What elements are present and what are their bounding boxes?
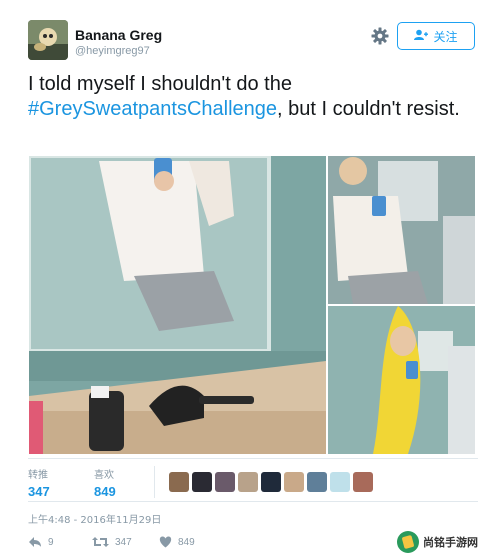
photo-banana-costume[interactable] bbox=[328, 306, 475, 454]
user-handle[interactable]: @heyimgreg97 bbox=[75, 45, 150, 57]
like-button[interactable]: 849 bbox=[159, 536, 195, 548]
retweet-stat-value: 347 bbox=[28, 484, 50, 499]
retweet-count: 347 bbox=[115, 536, 132, 548]
retweet-stat-label: 转推 bbox=[28, 470, 48, 481]
tweet-text: I told myself I shouldn't do the #GreySw… bbox=[28, 72, 478, 122]
stats-divider bbox=[154, 466, 155, 498]
retweet-stat[interactable]: 转推 347 bbox=[28, 466, 50, 499]
like-stat[interactable]: 喜欢 849 bbox=[94, 466, 116, 499]
liker-avatar[interactable] bbox=[169, 472, 189, 492]
tweet-stats: 转推 347 喜欢 849 bbox=[28, 466, 478, 502]
hashtag-link[interactable]: #GreySweatpantsChallenge bbox=[28, 98, 277, 120]
reply-count: 9 bbox=[48, 536, 54, 548]
liker-avatar[interactable] bbox=[330, 472, 350, 492]
like-count: 849 bbox=[178, 536, 195, 548]
liker-avatar[interactable] bbox=[238, 472, 258, 492]
like-stat-value: 849 bbox=[94, 484, 116, 499]
liker-avatar[interactable] bbox=[284, 472, 304, 492]
reply-button[interactable]: 9 bbox=[28, 536, 54, 548]
liker-avatar[interactable] bbox=[261, 472, 281, 492]
divider bbox=[28, 501, 478, 502]
divider bbox=[28, 458, 478, 459]
tweet-header: Banana Greg @heyimgreg97 关注 bbox=[28, 20, 478, 64]
add-user-icon bbox=[414, 29, 429, 44]
site-logo-icon bbox=[397, 531, 419, 553]
liker-avatars bbox=[169, 472, 373, 492]
photo-mirror-selfie[interactable] bbox=[29, 156, 326, 454]
site-watermark: 尚铭手游网 bbox=[397, 528, 497, 556]
heart-icon bbox=[159, 536, 172, 548]
liker-avatar[interactable] bbox=[353, 472, 373, 492]
like-stat-label: 喜欢 bbox=[94, 470, 114, 481]
follow-button-label: 关注 bbox=[433, 29, 458, 44]
retweet-button[interactable]: 347 bbox=[92, 536, 132, 548]
liker-avatar[interactable] bbox=[192, 472, 212, 492]
photo-closeup-selfie[interactable] bbox=[328, 156, 475, 304]
reply-icon bbox=[28, 536, 42, 548]
liker-avatar[interactable] bbox=[215, 472, 235, 492]
avatar[interactable] bbox=[28, 20, 68, 60]
tweet-timestamp[interactable]: 上午4:48 - 2016年11月29日 bbox=[28, 511, 161, 526]
retweet-icon bbox=[92, 536, 109, 548]
follow-button[interactable]: 关注 bbox=[397, 22, 475, 50]
gear-icon[interactable] bbox=[370, 26, 390, 46]
watermark-text: 尚铭手游网 bbox=[423, 536, 478, 549]
media-grid bbox=[29, 156, 475, 454]
display-name[interactable]: Banana Greg bbox=[75, 27, 162, 43]
tweet-text-before: I told myself I shouldn't do the bbox=[28, 73, 292, 95]
tweet-text-after: , but I couldn't resist. bbox=[277, 98, 460, 120]
liker-avatar[interactable] bbox=[307, 472, 327, 492]
